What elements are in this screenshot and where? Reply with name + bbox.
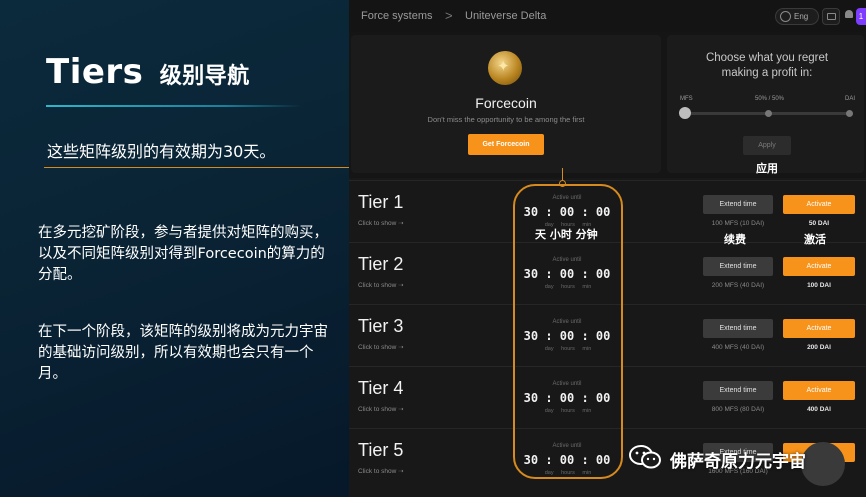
extend-time-button[interactable]: Extend time <box>703 257 773 276</box>
forcecoin-title: Forcecoin <box>475 95 537 111</box>
get-forcecoin-button[interactable]: Get Forcecoin <box>468 134 544 155</box>
extend-time-button[interactable]: Extend time <box>703 319 773 338</box>
extend-annotation: 续费 <box>724 233 746 246</box>
breadcrumb-separator-icon: > <box>445 8 453 23</box>
language-selector[interactable]: Eng <box>775 8 819 25</box>
activate-button[interactable]: Activate <box>783 381 855 400</box>
slide-lead-text: 这些矩阵级别的有效期为30天。 <box>47 142 276 161</box>
wallet-button[interactable] <box>822 8 840 25</box>
top-bar: Force systems > Uniteverse Delta Eng 1 <box>349 0 866 32</box>
slide-panel: Tiers 级别导航 这些矩阵级别的有效期为30天。 在多元挖矿阶段，参与者提供… <box>0 0 349 497</box>
tier-name: Tier 3 <box>358 316 404 336</box>
activate-cost: 50 DAI <box>808 220 830 227</box>
forcecoin-card: Forcecoin Don't miss the opportunity to … <box>351 35 661 173</box>
profit-choice-title: Choose what you regret making a profit i… <box>705 52 829 79</box>
breadcrumb-uniteverse-delta: Uniteverse Delta <box>465 10 547 22</box>
activate-annotation: 激活 <box>804 233 826 246</box>
extend-time-button[interactable]: Extend time <box>703 381 773 400</box>
slide-title-cn: 级别导航 <box>159 64 250 89</box>
profit-choice-card: Choose what you regret making a profit i… <box>667 35 864 175</box>
tier-click-to-show-link[interactable]: Click to show ➝ <box>358 219 404 227</box>
activate-cost: 200 DAI <box>807 344 831 351</box>
wallet-icon <box>827 13 836 20</box>
profit-slider-thumb[interactable] <box>679 107 691 119</box>
floating-action-button[interactable] <box>801 442 845 486</box>
wechat-icon <box>629 445 661 469</box>
tier-name: Tier 5 <box>358 440 404 460</box>
forcecoin-logo-icon <box>488 51 522 85</box>
slider-label-dai: DAI <box>845 96 856 102</box>
extend-cost: 800 MFS (80 DAI) <box>711 406 765 413</box>
tier-click-to-show-link[interactable]: Click to show ➝ <box>358 405 404 413</box>
bell-icon <box>845 10 853 18</box>
language-label: Eng <box>794 12 809 21</box>
activate-button[interactable]: Activate <box>783 257 855 276</box>
slide-paragraph-1: 在多元挖矿阶段，参与者提供对矩阵的购买，以及不同矩阵级别对得到Forcecoin… <box>38 225 328 283</box>
globe-icon <box>780 11 791 22</box>
activate-button[interactable]: Activate <box>783 195 855 214</box>
extend-time-button[interactable]: Extend time <box>703 195 773 214</box>
forcecoin-subtitle: Don't miss the opportunity to be among t… <box>427 115 585 124</box>
extend-cost: 200 MFS (40 DAI) <box>711 282 765 289</box>
tier-name: Tier 4 <box>358 378 404 398</box>
tier-click-to-show-link[interactable]: Click to show ➝ <box>358 281 404 289</box>
title-underline <box>46 105 302 107</box>
app-panel: Force systems > Uniteverse Delta Eng 1 F… <box>349 0 866 497</box>
activate-button[interactable]: Activate <box>783 319 855 338</box>
slide-title-en: Tiers <box>46 52 144 92</box>
slider-label-mfs: MFS <box>680 96 693 102</box>
extend-cost: 400 MFS (40 DAI) <box>711 344 765 351</box>
extend-cost: 100 MFS (10 DAI) <box>711 220 765 227</box>
breadcrumb-force-systems[interactable]: Force systems <box>361 10 433 22</box>
slide-title: Tiers 级别导航 <box>46 52 250 92</box>
time-units-annotation: 天 小时 分钟 <box>535 228 598 241</box>
apply-annotation: 应用 <box>756 162 778 175</box>
notification-button[interactable] <box>844 9 854 21</box>
slider-mid-dot <box>765 110 772 117</box>
user-badge[interactable]: 1 <box>856 8 866 25</box>
lead-pointer-line <box>44 167 349 168</box>
profit-slider-track[interactable] <box>685 110 853 117</box>
watermark-text: 佛萨奇原力元宇宙 <box>670 452 806 472</box>
apply-button[interactable]: Apply <box>743 136 791 155</box>
tier-click-to-show-link[interactable]: Click to show ➝ <box>358 343 404 351</box>
tier-name: Tier 2 <box>358 254 404 274</box>
slider-end-dot <box>846 110 853 117</box>
activate-cost: 100 DAI <box>807 282 831 289</box>
slide-paragraph-2: 在下一个阶段，该矩阵的级别将成为元力宇宙的基础访问级别，所以有效期也会只有一个月… <box>38 324 328 382</box>
tier-name: Tier 1 <box>358 192 404 212</box>
tier-click-to-show-link[interactable]: Click to show ➝ <box>358 467 404 475</box>
activate-cost: 400 DAI <box>807 406 831 413</box>
slider-label-split: 50% / 50% <box>755 96 785 102</box>
